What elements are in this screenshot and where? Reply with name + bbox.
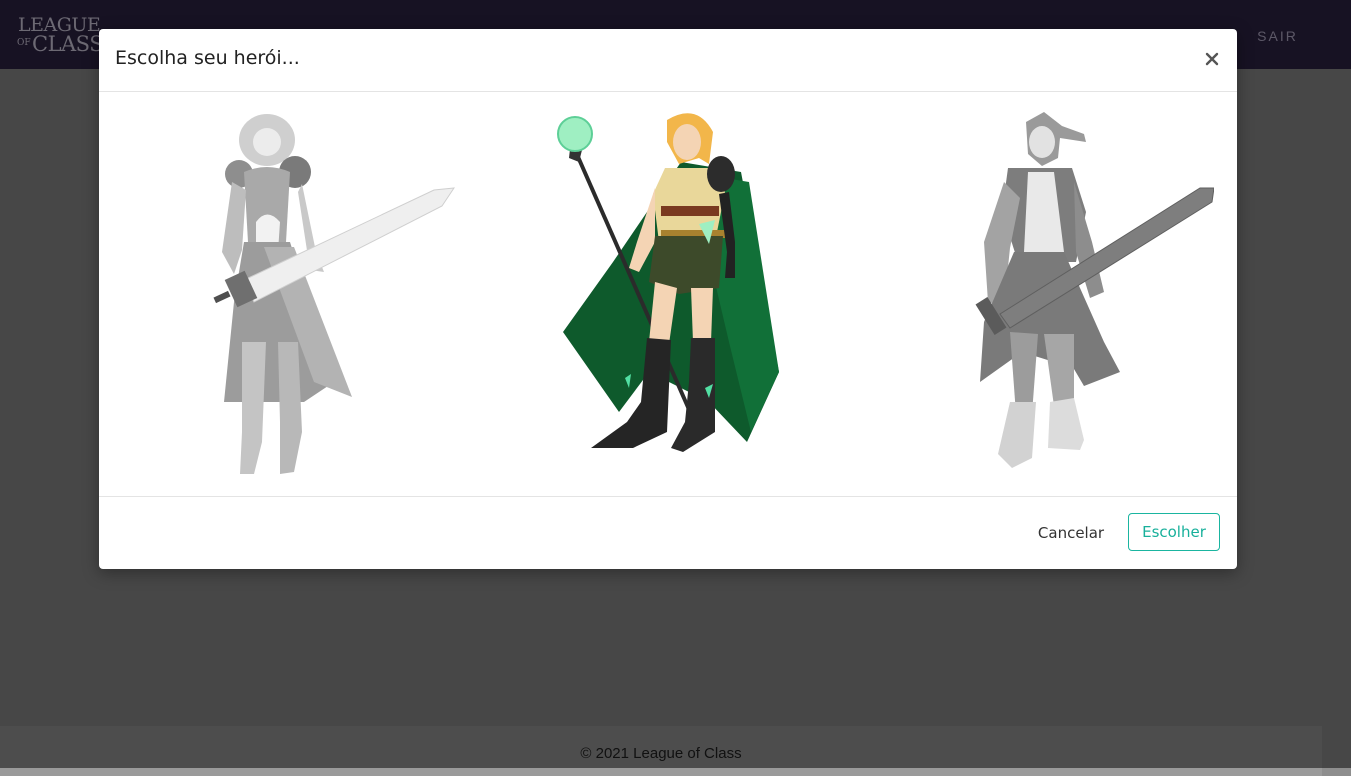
close-button[interactable]: [1199, 45, 1225, 73]
warrior-hero-image: [975, 112, 1215, 468]
modal-body: [99, 92, 1237, 496]
mage-hero-image: [557, 113, 779, 452]
modal-footer: Cancelar Escolher: [99, 496, 1237, 570]
hero-option-warrior[interactable]: [914, 102, 1215, 482]
choose-button[interactable]: Escolher: [1128, 513, 1220, 551]
modal-title: Escolha seu herói...: [115, 47, 300, 69]
modal-header: Escolha seu herói...: [99, 29, 1237, 92]
hero-option-mage[interactable]: [529, 102, 829, 482]
knight-hero-image: [213, 114, 456, 474]
choose-hero-modal: Escolha seu herói... Cancelar Escolher: [99, 29, 1237, 569]
cancel-button[interactable]: Cancelar: [1031, 514, 1111, 552]
hero-option-knight[interactable]: [164, 102, 464, 482]
close-icon: [1205, 52, 1219, 66]
